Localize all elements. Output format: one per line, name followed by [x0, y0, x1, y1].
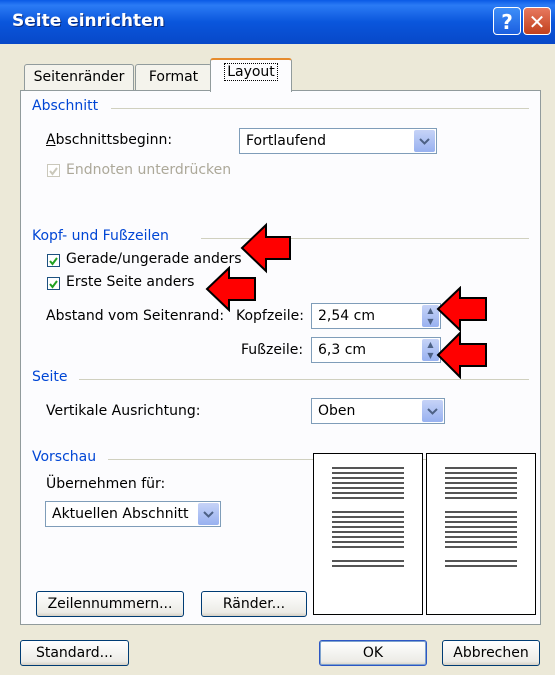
- fusszeile-spinner[interactable]: 6,3 cm ▲ ▼: [311, 337, 441, 363]
- erste-seite-checkbox[interactable]: [47, 277, 60, 290]
- group-label-seite: Seite: [32, 369, 68, 385]
- select-value: Fortlaufend: [246, 133, 327, 149]
- tab-seitenraender[interactable]: Seitenränder: [24, 64, 134, 90]
- standard-button[interactable]: Standard...: [20, 640, 129, 666]
- ausrichtung-select[interactable]: Oben: [311, 398, 445, 424]
- gerade-ungerade-checkbox[interactable]: [47, 254, 60, 267]
- abschnittsbeginn-label: Abschnittsbeginn:: [46, 132, 173, 148]
- uebernehmen-select[interactable]: Aktuellen Abschnitt: [45, 501, 221, 527]
- select-value: Aktuellen Abschnitt: [52, 506, 189, 522]
- group-label-abschnitt: Abschnitt: [32, 98, 99, 114]
- check-icon: [49, 280, 58, 289]
- check-icon: [49, 257, 58, 266]
- abbrechen-button[interactable]: Abbrechen: [442, 640, 540, 666]
- help-button[interactable]: ?: [493, 7, 521, 35]
- title-bar: Seite einrichten ? ✕: [0, 0, 555, 44]
- tab-label: Layout: [224, 63, 278, 81]
- annotation-arrow-icon: [205, 266, 256, 312]
- gerade-ungerade-label: Gerade/ungerade anders: [66, 251, 242, 267]
- group-divider: [79, 379, 529, 380]
- preview-page-left: [313, 453, 423, 615]
- ausrichtung-label: Vertikale Ausrichtung:: [46, 403, 201, 419]
- select-value: Oben: [318, 403, 356, 419]
- ok-button[interactable]: OK: [319, 640, 427, 666]
- fusszeile-label: Fußzeile:: [241, 342, 304, 358]
- window-title: Seite einrichten: [12, 11, 165, 31]
- preview-page-right: [426, 453, 536, 615]
- tab-format[interactable]: Format: [135, 64, 212, 90]
- tab-layout[interactable]: Layout: [210, 58, 292, 92]
- abstand-label: Abstand vom Seitenrand:: [46, 308, 225, 324]
- spinner-value: 2,54 cm: [318, 308, 375, 324]
- spinner-value: 6,3 cm: [318, 342, 367, 358]
- endnoten-checkbox[interactable]: [47, 164, 60, 177]
- erste-seite-label: Erste Seite anders: [66, 274, 195, 290]
- zeilennummern-button[interactable]: Zeilennummern...: [36, 591, 184, 617]
- abschnittsbeginn-select[interactable]: Fortlaufend: [239, 128, 437, 154]
- group-label-vorschau: Vorschau: [32, 449, 97, 465]
- tab-label: Seitenränder: [33, 69, 125, 85]
- kopfzeile-spinner[interactable]: 2,54 cm ▲ ▼: [311, 303, 441, 329]
- endnoten-label: Endnoten unterdrücken: [66, 162, 232, 178]
- close-button[interactable]: ✕: [523, 7, 551, 35]
- chevron-down-icon[interactable]: [422, 400, 443, 422]
- check-icon: [49, 167, 58, 176]
- raender-button[interactable]: Ränder...: [201, 591, 307, 617]
- annotation-arrow-icon: [436, 331, 487, 379]
- group-divider: [111, 108, 529, 109]
- uebernehmen-label: Übernehmen für:: [46, 476, 166, 492]
- group-label-kopf-fuss: Kopf- und Fußzeilen: [32, 228, 169, 244]
- annotation-arrow-icon: [436, 286, 487, 332]
- chevron-down-icon[interactable]: [198, 503, 219, 525]
- tab-label: Format: [148, 69, 199, 85]
- chevron-down-icon[interactable]: [414, 130, 435, 152]
